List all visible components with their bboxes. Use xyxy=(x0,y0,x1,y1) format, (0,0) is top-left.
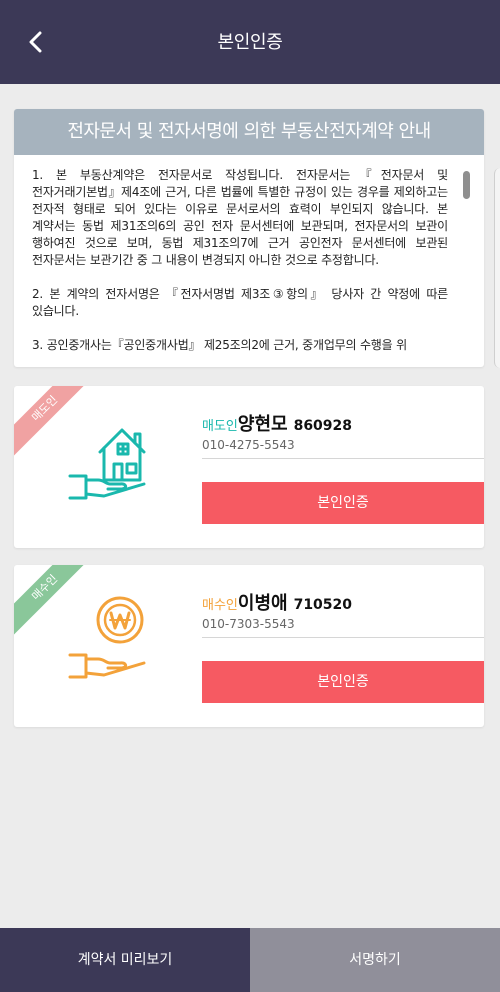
seller-verify-button[interactable]: 본인인증 xyxy=(202,482,484,524)
seller-phone: 010-4275-5543 xyxy=(202,438,295,452)
notice-scrollbar[interactable] xyxy=(463,171,470,199)
divider xyxy=(202,637,484,638)
side-panel-handle[interactable] xyxy=(494,168,500,368)
notice-title: 전자문서 및 전자서명에 의한 부동산전자계약 안내 xyxy=(14,109,484,155)
sign-button[interactable]: 서명하기 xyxy=(250,928,500,992)
app-header: 본인인증 xyxy=(0,0,500,84)
buyer-name-row: 매수인 이병애 710520 xyxy=(202,589,352,615)
seller-birth-code: 860928 xyxy=(293,418,353,434)
seller-card: 매도인 매도인 양현모 860928 010-4275-5543 본인인증 xyxy=(14,386,484,548)
buyer-birth-code: 710520 xyxy=(293,597,353,613)
buyer-name: 이병애 xyxy=(237,593,288,614)
buyer-verify-button[interactable]: 본인인증 xyxy=(202,661,484,703)
notice-paragraph: 1. 본 부동산계약은 전자문서로 작성됩니다. 전자문서는『전자문서 및 전자… xyxy=(32,168,448,267)
divider xyxy=(202,458,484,459)
buyer-card: 매수인 매수인 이병애 710520 010-7303-5543 본인인증 xyxy=(14,565,484,727)
preview-contract-button[interactable]: 계약서 미리보기 xyxy=(0,928,250,992)
notice-paragraph: 2. 본 계약의 전자서명은 『전자서명법 제3조③항의』 당사자 간 약정에 … xyxy=(32,287,448,318)
seller-name: 양현모 xyxy=(237,414,288,435)
bottom-action-bar: 계약서 미리보기 서명하기 xyxy=(0,928,500,992)
buyer-role-label: 매수인 xyxy=(202,598,238,613)
contract-notice-panel: 전자문서 및 전자서명에 의한 부동산전자계약 안내 1. 본 부동산계약은 전… xyxy=(14,109,484,367)
seller-role-label: 매도인 xyxy=(202,419,238,434)
notice-paragraph: 3. 공인중개사는『공인중개사법』 제25조의2에 근거, 중개업무의 수행을 … xyxy=(32,338,407,352)
house-in-hand-icon xyxy=(68,428,146,500)
won-coin-in-hand-icon xyxy=(68,596,146,679)
seller-name-row: 매도인 양현모 860928 xyxy=(202,410,352,436)
buyer-phone: 010-7303-5543 xyxy=(202,617,295,631)
page-title: 본인인증 xyxy=(217,32,283,53)
notice-text-scroll[interactable]: 1. 본 부동산계약은 전자문서로 작성됩니다. 전자문서는『전자문서 및 전자… xyxy=(14,155,484,367)
